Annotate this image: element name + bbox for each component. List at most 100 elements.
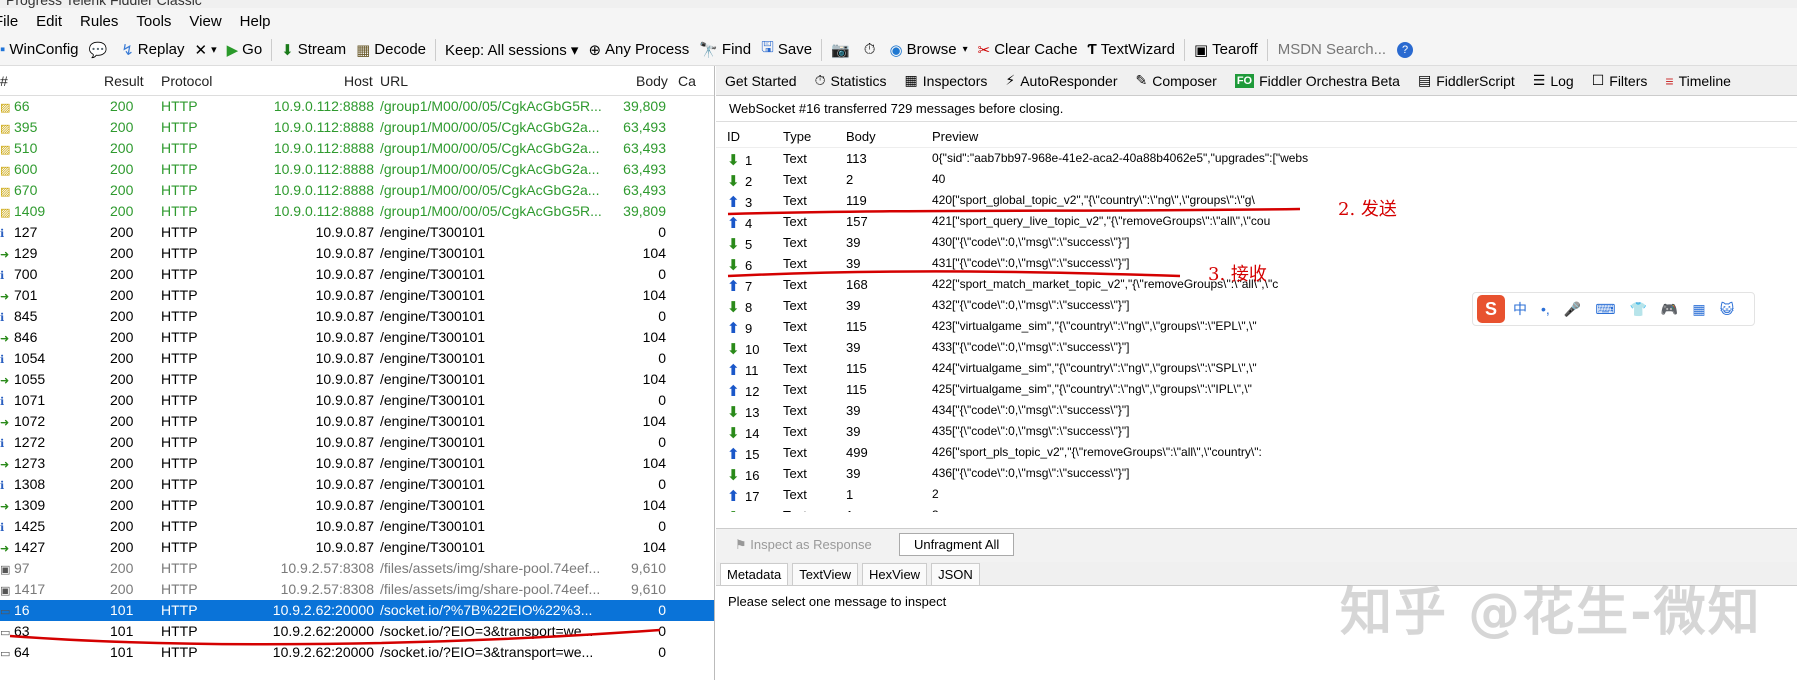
tab-statistics[interactable]: ⏱ Statistics (806, 66, 896, 96)
comment-button[interactable]: 💬 (84, 36, 117, 64)
session-row[interactable]: ℹ 1054 200 HTTP 10.9.0.87/engine/T300101 0 (0, 348, 714, 369)
session-row[interactable]: ▭ 64 101 HTTP 10.9.2.62:20000/socket.io/?EIO… (0, 642, 714, 663)
help-button[interactable]: ? (1392, 36, 1422, 64)
screenshot-button[interactable]: 📷 (826, 36, 859, 64)
tab-fiddler-orchestra[interactable]: FO Fiddler Orchestra Beta (1226, 66, 1409, 96)
message-row[interactable]: ⬇ 5 Text 39 430["{\"code\":0,\"msg\":\"succe… (716, 232, 1797, 253)
col-preview[interactable]: Preview (932, 129, 978, 144)
session-row[interactable]: ▭ 16 101 HTTP 10.9.2.62:20000/socket.io/?%7B… (0, 600, 714, 621)
ime-chinese-mode[interactable]: 中 (1513, 299, 1527, 319)
menu-file[interactable]: File (0, 13, 27, 30)
tearoff-button[interactable]: ▣ Tearoff (1189, 36, 1263, 64)
message-row[interactable]: ⬇ 1 Text 113 0{"sid":"aab7bb97-968e-41e2-aca… (716, 148, 1797, 169)
session-row[interactable]: ▭ 63 101 HTTP 10.9.2.62:20000/socket.io/?EIO… (0, 621, 714, 642)
session-row[interactable]: ➜ 1273 200 HTTP 10.9.0.87/engine/T300101 104 (0, 453, 714, 474)
clear-cache-button[interactable]: ✂ Clear Cache (973, 36, 1083, 64)
tab-filters[interactable]: ☐ Filters (1583, 66, 1657, 96)
msdn-search-input[interactable]: MSDN Search... (1272, 41, 1392, 58)
session-row[interactable]: ▣ 1417 200 HTTP 10.9.2.57:8308/files/assets/… (0, 579, 714, 600)
keep-sessions-dropdown[interactable]: Keep: All sessions ▾ (440, 36, 583, 64)
session-row[interactable]: ℹ 1272 200 HTTP 10.9.0.87/engine/T300101 0 (0, 432, 714, 453)
tab-json[interactable]: JSON (931, 563, 980, 585)
remove-button[interactable]: ✕ ▾ (190, 36, 222, 64)
tab-timeline[interactable]: ≡ Timeline (1656, 66, 1740, 96)
col-id[interactable]: ID (727, 129, 740, 144)
game-icon[interactable]: 🎮 (1661, 301, 1678, 318)
mascot-icon[interactable]: 😺 (1720, 301, 1735, 318)
col-body[interactable]: Body (846, 129, 876, 144)
skin-icon[interactable]: 👕 (1629, 301, 1646, 318)
find-button[interactable]: 🔭 Find (694, 36, 756, 64)
tab-get-started[interactable]: Get Started (716, 66, 806, 96)
browse-button[interactable]: ◉ Browse ▾ (884, 36, 972, 64)
session-row[interactable]: ℹ 700 200 HTTP 10.9.0.87/engine/T300101 0 (0, 264, 714, 285)
session-row[interactable]: ➜ 1427 200 HTTP 10.9.0.87/engine/T300101 104 (0, 537, 714, 558)
menu-help[interactable]: Help (231, 13, 280, 30)
session-row[interactable]: ℹ 1425 200 HTTP 10.9.0.87/engine/T300101 0 (0, 516, 714, 537)
message-row[interactable]: ⬆ 4 Text 157 421["sport_query_live_topic_v2"… (716, 211, 1797, 232)
col-type[interactable]: Type (783, 129, 811, 144)
unfragment-all-button[interactable]: Unfragment All (899, 533, 1015, 556)
menu-view[interactable]: View (180, 13, 230, 30)
replay-button[interactable]: ↯ Replay (116, 36, 189, 64)
session-row[interactable]: ▨ 66 200 HTTP 10.9.0.112:8888/group1/M00/00/… (0, 96, 714, 117)
inspect-as-response-button[interactable]: ⚑ Inspect as Response (729, 534, 878, 556)
ime-punctuation[interactable]: •, (1541, 301, 1550, 317)
col-caching[interactable]: Ca (678, 73, 696, 89)
session-row[interactable]: ➜ 1072 200 HTTP 10.9.0.87/engine/T300101 104 (0, 411, 714, 432)
col-host[interactable]: Host (344, 73, 373, 89)
decode-button[interactable]: ▦ Decode (351, 36, 431, 64)
session-row[interactable]: ▣ 97 200 HTTP 10.9.2.57:8308/files/assets/im… (0, 558, 714, 579)
tab-autoresponder[interactable]: ⚡ AutoResponder (996, 66, 1126, 96)
message-row[interactable]: ⬇ 13 Text 39 434["{\"code\":0,\"msg\":\"succ… (716, 400, 1797, 421)
timer-button[interactable]: ⏱ (859, 36, 885, 64)
session-row[interactable]: ➜ 1055 200 HTTP 10.9.0.87/engine/T300101 104 (0, 369, 714, 390)
message-row[interactable]: ⬇ 10 Text 39 433["{\"code\":0,\"msg\":\"succ… (716, 337, 1797, 358)
message-row[interactable]: ⬇ 14 Text 39 435["{\"code\":0,\"msg\":\"succ… (716, 421, 1797, 442)
col-url[interactable]: URL (380, 73, 408, 89)
session-row[interactable]: ▨ 1409 200 HTTP 10.9.0.112:8888/group1/M00/0… (0, 201, 714, 222)
session-row[interactable]: ➜ 129 200 HTTP 10.9.0.87/engine/T300101 104 (0, 243, 714, 264)
col-hash[interactable]: # (0, 73, 8, 89)
message-row[interactable]: ⬆ 15 Text 499 426["sport_pls_topic_v2","{\"r… (716, 442, 1797, 463)
message-row[interactable]: ⬇ 2 Text 2 40 (716, 169, 1797, 190)
col-protocol[interactable]: Protocol (161, 73, 212, 89)
message-row[interactable]: ⬇18 Text 1 3 (716, 505, 1797, 512)
menu-rules[interactable]: Rules (71, 13, 127, 30)
col-result[interactable]: Result (104, 73, 144, 89)
menu-tools[interactable]: Tools (127, 13, 180, 30)
menu-edit[interactable]: Edit (27, 13, 71, 30)
tab-composer[interactable]: ✎ Composer (1127, 66, 1226, 96)
textwizard-button[interactable]: Ƭ TextWizard (1083, 36, 1180, 64)
tab-fiddlerscript[interactable]: ▤ FiddlerScript (1409, 66, 1524, 96)
session-row[interactable]: ▨ 670 200 HTTP 10.9.0.112:8888/group1/M00/00… (0, 180, 714, 201)
session-row[interactable]: ▨ 600 200 HTTP 10.9.0.112:8888/group1/M00/00… (0, 159, 714, 180)
session-row[interactable]: ℹ 127 200 HTTP 10.9.0.87/engine/T300101 0 (0, 222, 714, 243)
session-row[interactable]: ▨ 395 200 HTTP 10.9.0.112:8888/group1/M00/00… (0, 117, 714, 138)
tab-hexview[interactable]: HexView (862, 563, 928, 585)
apps-grid-icon[interactable]: ▦ (1692, 301, 1705, 318)
save-button[interactable]: 🖫 Save (756, 36, 817, 64)
any-process-button[interactable]: ⊕ Any Process (583, 36, 694, 64)
microphone-icon[interactable]: 🎤 (1564, 301, 1581, 318)
winconfig-button[interactable]: ▪ WinConfig (0, 36, 84, 64)
tab-metadata[interactable]: Metadata (720, 563, 789, 585)
session-row[interactable]: ➜ 1309 200 HTTP 10.9.0.87/engine/T300101 104 (0, 495, 714, 516)
tab-textview[interactable]: TextView (792, 563, 858, 585)
message-row[interactable]: ⬇ 16 Text 39 436["{\"code\":0,\"msg\":\"succ… (716, 463, 1797, 484)
session-row[interactable]: ➜ 701 200 HTTP 10.9.0.87/engine/T300101 104 (0, 285, 714, 306)
go-button[interactable]: ▶ Go (222, 36, 268, 64)
session-row[interactable]: ℹ 845 200 HTTP 10.9.0.87/engine/T300101 0 (0, 306, 714, 327)
session-row[interactable]: ℹ 1308 200 HTTP 10.9.0.87/engine/T300101 0 (0, 474, 714, 495)
col-body[interactable]: Body (636, 73, 668, 89)
keyboard-icon[interactable]: ⌨ (1595, 301, 1615, 318)
tab-inspectors[interactable]: ▦ Inspectors (896, 66, 997, 96)
tab-log[interactable]: ☰ Log (1524, 66, 1583, 96)
message-row[interactable]: ⬆ 3 Text 119 420["sport_global_topic_v2","{\… (716, 190, 1797, 211)
session-row[interactable]: ▨ 510 200 HTTP 10.9.0.112:8888/group1/M00/00… (0, 138, 714, 159)
session-row[interactable]: ℹ 1071 200 HTTP 10.9.0.87/engine/T300101 0 (0, 390, 714, 411)
message-row[interactable]: ⬆ 12 Text 115 425["virtualgame_sim","{\"coun… (716, 379, 1797, 400)
stream-button[interactable]: ⬇ Stream (276, 36, 351, 64)
session-row[interactable]: ➜ 846 200 HTTP 10.9.0.87/engine/T300101 104 (0, 327, 714, 348)
ime-toolbar[interactable]: S 中 •, 🎤 ⌨ 👕 🎮 ▦ 😺 (1472, 292, 1755, 326)
